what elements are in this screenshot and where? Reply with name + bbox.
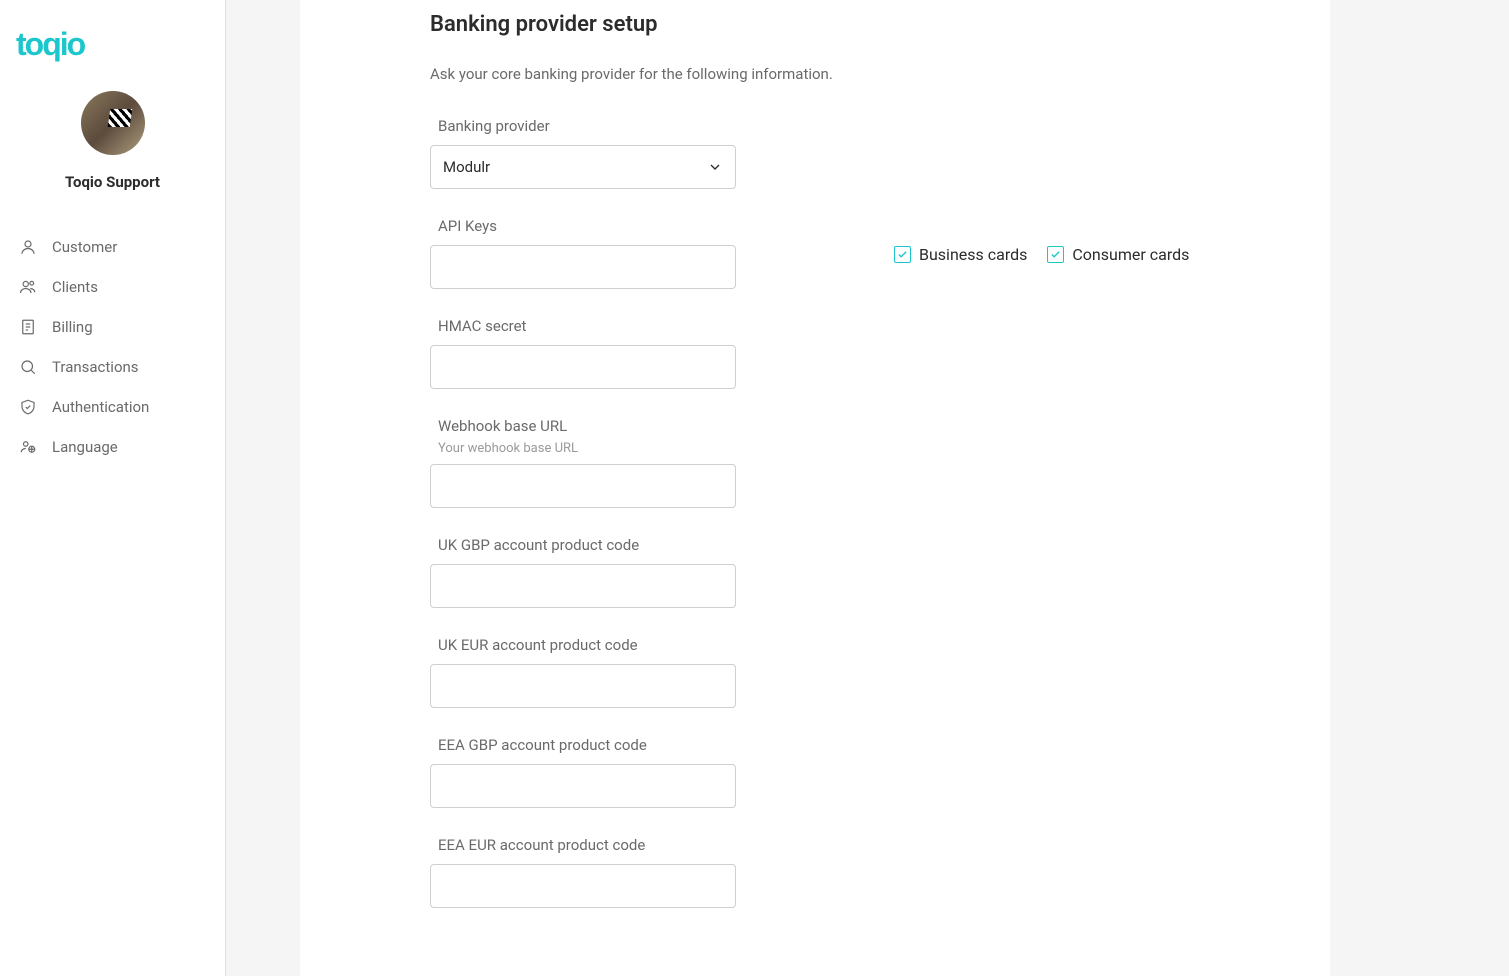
main-area: Banking provider setup Ask your core ban… <box>226 0 1509 976</box>
uk-eur-label: UK EUR account product code <box>430 636 736 654</box>
card-type-checkboxes: Business cards Consumer cards <box>736 117 1189 264</box>
consumer-cards-label: Consumer cards <box>1072 245 1189 264</box>
webhook-url-input[interactable] <box>430 464 736 508</box>
profile-block: Toqio Support <box>0 83 225 215</box>
consumer-cards-checkbox[interactable]: Consumer cards <box>1047 245 1189 264</box>
sidebar-item-label: Transactions <box>52 358 139 376</box>
banking-provider-label: Banking provider <box>430 117 736 135</box>
chevron-down-icon <box>707 159 723 175</box>
profile-name: Toqio Support <box>65 173 160 191</box>
business-cards-checkbox[interactable]: Business cards <box>894 245 1027 264</box>
field-hmac-secret: HMAC secret <box>430 317 736 389</box>
search-icon <box>18 357 38 377</box>
receipt-icon <box>18 317 38 337</box>
page-title: Banking provider setup <box>430 12 1200 37</box>
banking-provider-value: Modulr <box>443 158 490 176</box>
api-keys-label: API Keys <box>430 217 736 235</box>
sidebar-item-clients[interactable]: Clients <box>0 267 225 307</box>
avatar[interactable] <box>81 91 145 155</box>
sidebar-item-label: Authentication <box>52 398 149 416</box>
sidebar-item-language[interactable]: Language <box>0 427 225 467</box>
field-api-keys: API Keys <box>430 217 736 289</box>
field-webhook-url: Webhook base URL Your webhook base URL <box>430 417 736 508</box>
content-card: Banking provider setup Ask your core ban… <box>300 0 1330 976</box>
field-uk-gbp-code: UK GBP account product code <box>430 536 736 608</box>
users-icon <box>18 277 38 297</box>
sidebar-item-label: Customer <box>52 238 117 256</box>
eea-eur-input[interactable] <box>430 864 736 908</box>
language-icon <box>18 437 38 457</box>
uk-eur-input[interactable] <box>430 664 736 708</box>
form-column: Banking provider Modulr API Keys HMAC se… <box>430 117 736 936</box>
business-cards-label: Business cards <box>919 245 1027 264</box>
eea-gbp-input[interactable] <box>430 764 736 808</box>
sidebar-item-label: Billing <box>52 318 93 336</box>
webhook-url-label: Webhook base URL <box>430 417 736 435</box>
brand-logo: toqio <box>0 26 225 83</box>
field-uk-eur-code: UK EUR account product code <box>430 636 736 708</box>
sidebar-item-authentication[interactable]: Authentication <box>0 387 225 427</box>
sidebar-item-label: Language <box>52 438 118 456</box>
sidebar-item-customer[interactable]: Customer <box>0 227 225 267</box>
checkbox-icon <box>1047 246 1064 263</box>
uk-gbp-label: UK GBP account product code <box>430 536 736 554</box>
sidebar-nav: Customer Clients Billing Transactions Au… <box>0 215 225 467</box>
uk-gbp-input[interactable] <box>430 564 736 608</box>
sidebar: toqio Toqio Support Customer Clients Bil… <box>0 0 226 976</box>
hmac-secret-label: HMAC secret <box>430 317 736 335</box>
api-keys-input[interactable] <box>430 245 736 289</box>
sidebar-item-label: Clients <box>52 278 98 296</box>
field-eea-eur-code: EEA EUR account product code <box>430 836 736 908</box>
webhook-url-sublabel: Your webhook base URL <box>430 441 736 456</box>
sidebar-item-transactions[interactable]: Transactions <box>0 347 225 387</box>
brand-name: toqio <box>16 26 84 62</box>
eea-eur-label: EEA EUR account product code <box>430 836 736 854</box>
field-eea-gbp-code: EEA GBP account product code <box>430 736 736 808</box>
user-icon <box>18 237 38 257</box>
shield-icon <box>18 397 38 417</box>
banking-provider-select[interactable]: Modulr <box>430 145 736 189</box>
page-description: Ask your core banking provider for the f… <box>430 65 1200 83</box>
field-banking-provider: Banking provider Modulr <box>430 117 736 189</box>
sidebar-item-billing[interactable]: Billing <box>0 307 225 347</box>
eea-gbp-label: EEA GBP account product code <box>430 736 736 754</box>
hmac-secret-input[interactable] <box>430 345 736 389</box>
checkbox-icon <box>894 246 911 263</box>
